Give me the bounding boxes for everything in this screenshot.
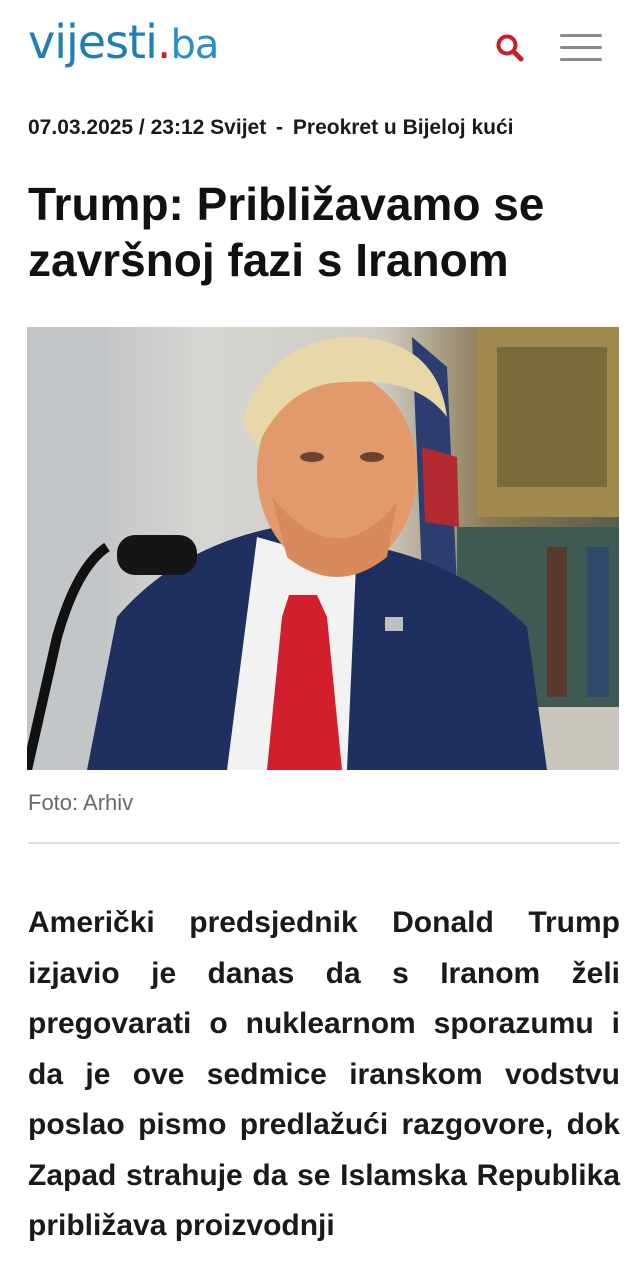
meta-separator: - [276,116,284,139]
logo-main-text: vijesti [28,15,158,69]
search-icon [496,34,524,62]
article-meta: 07.03.2025 / 23:12 Svijet - Preokret u B… [28,116,628,140]
divider [28,842,620,844]
article-category[interactable]: Svijet [210,116,266,139]
article-photo[interactable] [27,327,619,770]
site-header: vijesti.ba [0,0,643,98]
logo-tld: ba [170,22,220,68]
site-logo[interactable]: vijesti.ba [28,12,220,75]
article-body: Američki predsjednik Donald Trump izjavi… [28,906,620,1242]
menu-button[interactable] [560,34,604,64]
photo-illustration [27,327,619,770]
logo-dot: . [156,15,172,69]
article-datetime: 07.03.2025 / 23:12 [28,116,205,139]
article-title: Trump: Približavamo se završnoj fazi s I… [28,178,545,286]
hamburger-menu-icon [560,34,602,37]
article-tag[interactable]: Preokret u Bijeloj kući [293,116,514,139]
photo-caption: Foto: Arhiv [28,790,134,815]
search-button[interactable] [494,32,526,64]
